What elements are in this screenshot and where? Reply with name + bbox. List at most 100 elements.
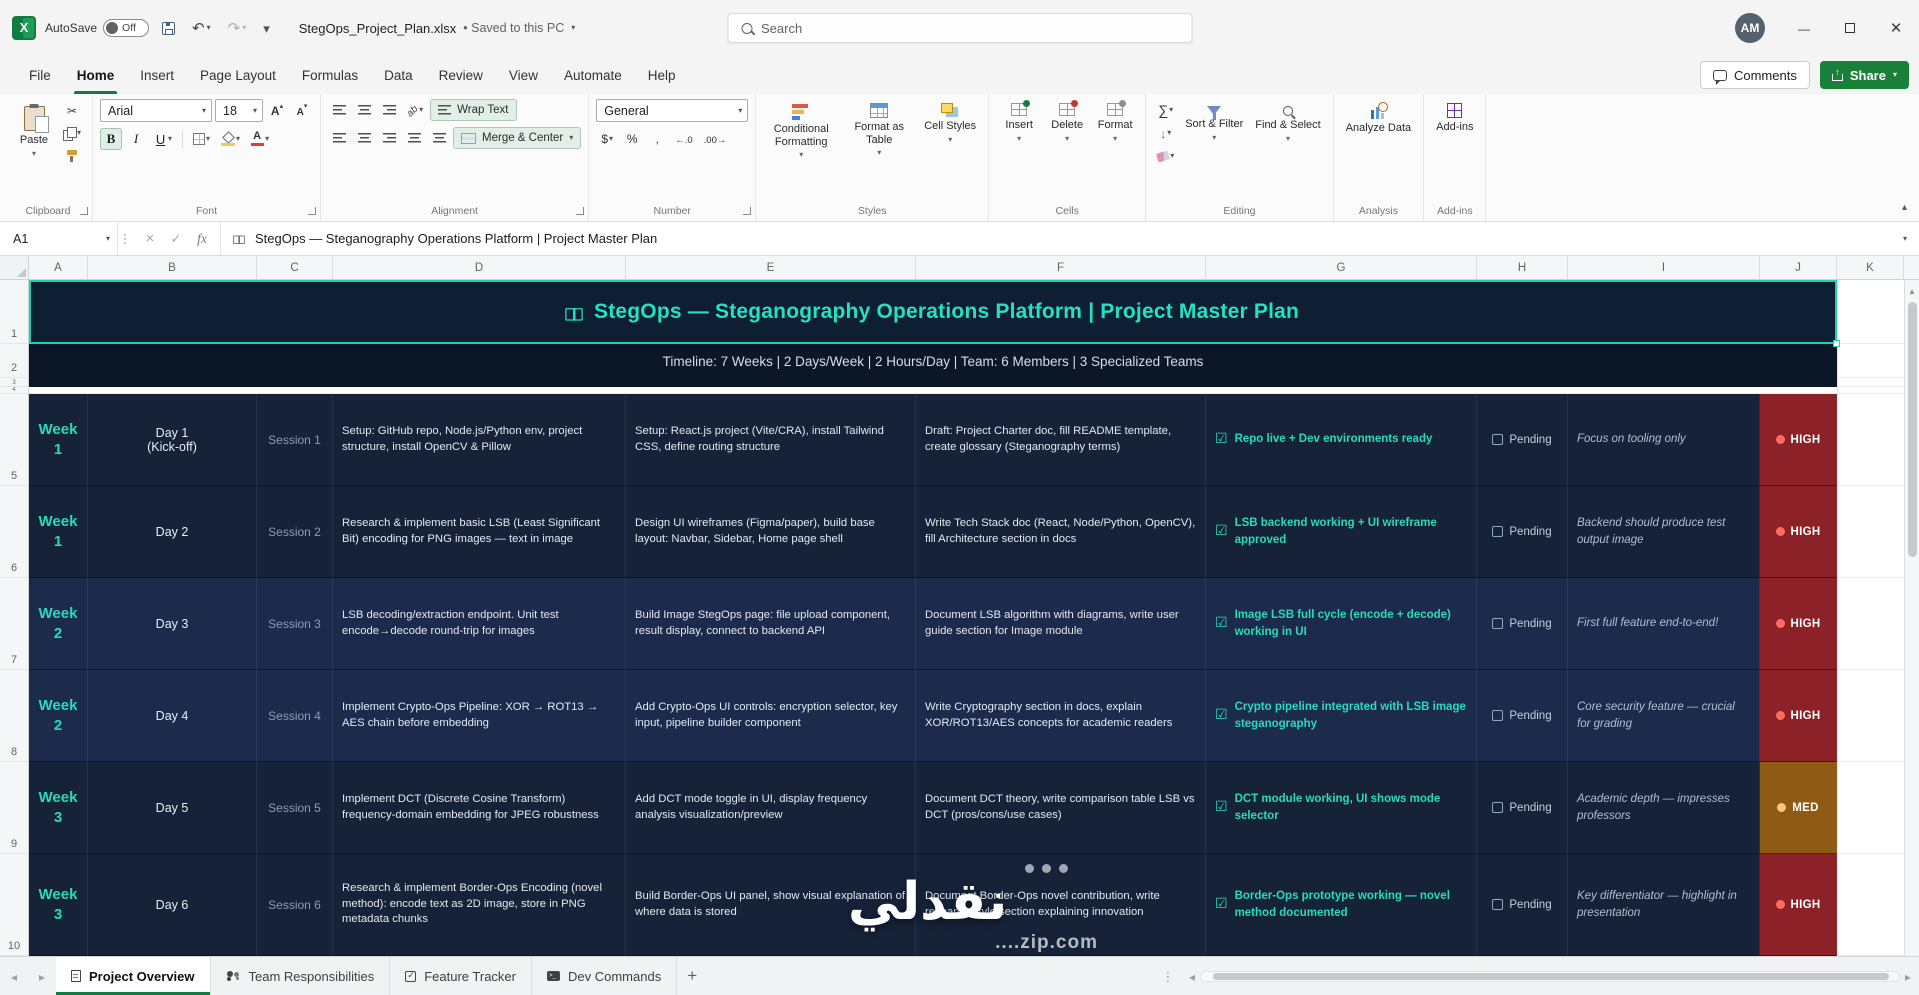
cell-deliverable[interactable]: Repo live + Dev environments ready xyxy=(1206,394,1477,486)
excel-logo-icon[interactable] xyxy=(12,16,36,40)
fill-button[interactable] xyxy=(1153,122,1178,144)
title-cell[interactable]: StegOps — Steganography Operations Platf… xyxy=(29,280,1840,347)
horizontal-scrollbar-thumb[interactable] xyxy=(1213,972,1889,980)
formula-input[interactable]: StegOps — Steganography Operations Platf… xyxy=(221,222,1891,255)
column-header[interactable]: I xyxy=(1568,256,1760,279)
underline-button[interactable]: U xyxy=(150,128,176,150)
cell-priority[interactable]: HIGH xyxy=(1760,854,1837,956)
clear-button[interactable] xyxy=(1153,145,1178,167)
ribbon-tab[interactable]: Formulas xyxy=(289,56,371,94)
delete-cells-button[interactable]: Delete xyxy=(1044,99,1090,145)
cell-day[interactable]: Day 2 xyxy=(88,486,257,578)
sheet-options-button[interactable] xyxy=(1155,957,1181,995)
align-right-button[interactable] xyxy=(378,127,400,149)
column-header[interactable]: B xyxy=(88,256,257,279)
minimize-button[interactable] xyxy=(1781,0,1827,56)
cell-week[interactable]: Week 3 xyxy=(29,762,88,854)
cell-note[interactable]: Academic depth — impresses professors xyxy=(1568,762,1760,854)
cell-task-frontend[interactable]: Build Border-Ops UI panel, show visual e… xyxy=(626,854,916,956)
horizontal-scrollbar-track[interactable] xyxy=(1200,970,1900,982)
font-color-button[interactable] xyxy=(247,128,273,150)
cell-note[interactable]: Key differentiator — highlight in presen… xyxy=(1568,854,1760,956)
cell-task-docs[interactable]: Write Cryptography section in docs, expl… xyxy=(916,670,1206,762)
decrease-font-size-button[interactable] xyxy=(291,100,313,122)
cell-status[interactable]: Pending xyxy=(1477,854,1568,956)
cell-week[interactable]: Week 2 xyxy=(29,578,88,670)
cell-task-frontend[interactable]: Add DCT mode toggle in UI, display frequ… xyxy=(626,762,916,854)
cell-task-backend[interactable]: Research & implement basic LSB (Least Si… xyxy=(333,486,626,578)
cell-task-backend[interactable]: Implement DCT (Discrete Cosine Transform… xyxy=(333,762,626,854)
add-sheet-button[interactable]: + xyxy=(677,957,707,995)
decrease-indent-button[interactable] xyxy=(403,127,425,149)
collapse-ribbon-button[interactable] xyxy=(1902,197,1907,215)
sheet-nav-right-button[interactable] xyxy=(28,957,56,995)
cell-deliverable[interactable]: DCT module working, UI shows mode select… xyxy=(1206,762,1477,854)
row-number[interactable]: 1 xyxy=(0,280,29,344)
fill-color-button[interactable] xyxy=(217,128,244,150)
align-left-button[interactable] xyxy=(328,127,350,149)
formula-bar-expand-button[interactable] xyxy=(1891,222,1919,255)
analyze-data-button[interactable]: Analyze Data xyxy=(1341,99,1416,137)
align-top-button[interactable] xyxy=(328,99,350,121)
cell-deliverable[interactable]: Image LSB full cycle (encode + decode) w… xyxy=(1206,578,1477,670)
restore-button[interactable] xyxy=(1827,0,1873,56)
row-number[interactable]: 8 xyxy=(0,670,29,762)
cell-deliverable[interactable]: Crypto pipeline integrated with LSB imag… xyxy=(1206,670,1477,762)
cell-priority[interactable]: HIGH xyxy=(1760,578,1837,670)
percent-button[interactable]: % xyxy=(621,128,643,150)
ribbon-tab[interactable]: Data xyxy=(371,56,426,94)
currency-button[interactable]: $ xyxy=(596,128,618,150)
row-number[interactable]: 9 xyxy=(0,762,29,854)
cell-task-backend[interactable]: LSB decoding/extraction endpoint. Unit t… xyxy=(333,578,626,670)
row-number[interactable]: 7 xyxy=(0,578,29,670)
close-button[interactable] xyxy=(1873,0,1919,56)
cell-week[interactable]: Week 3 xyxy=(29,854,88,956)
align-center-button[interactable] xyxy=(353,127,375,149)
cancel-button[interactable] xyxy=(138,227,162,251)
bold-button[interactable]: B xyxy=(100,128,123,150)
share-button[interactable]: Share xyxy=(1819,61,1909,89)
avatar[interactable]: AM xyxy=(1735,13,1765,43)
row-number[interactable]: 10 xyxy=(0,854,29,956)
column-header[interactable]: F xyxy=(916,256,1206,279)
cell-note[interactable]: Backend should produce test output image xyxy=(1568,486,1760,578)
cell-day[interactable]: Day 4 xyxy=(88,670,257,762)
row-number[interactable]: 5 xyxy=(0,394,29,486)
cell-task-docs[interactable]: Write Tech Stack doc (React, Node/Python… xyxy=(916,486,1206,578)
cell-status[interactable]: Pending xyxy=(1477,486,1568,578)
format-painter-button[interactable] xyxy=(59,145,85,167)
cut-button[interactable] xyxy=(59,99,85,121)
ribbon-tab[interactable]: View xyxy=(496,56,551,94)
cell-task-docs[interactable]: Document LSB algorithm with diagrams, wr… xyxy=(916,578,1206,670)
cell-week[interactable]: Week 1 xyxy=(29,486,88,578)
save-button[interactable] xyxy=(158,19,179,38)
insert-function-button[interactable]: fx xyxy=(190,227,214,251)
column-header[interactable]: K xyxy=(1837,256,1904,279)
column-header[interactable]: C xyxy=(257,256,333,279)
undo-button[interactable] xyxy=(188,18,215,39)
cell-day[interactable]: Day 5 xyxy=(88,762,257,854)
name-box-handle[interactable] xyxy=(118,222,132,255)
cell-week[interactable]: Week 1 xyxy=(29,394,88,486)
column-header[interactable]: D xyxy=(333,256,626,279)
cell-priority[interactable]: HIGH xyxy=(1760,670,1837,762)
addins-button[interactable]: Add-ins xyxy=(1431,99,1478,136)
conditional-formatting-button[interactable]: Conditional Formatting xyxy=(763,99,839,161)
autosave-switch[interactable]: Off xyxy=(103,19,150,37)
autosum-button[interactable] xyxy=(1153,99,1178,121)
insert-cells-button[interactable]: Insert xyxy=(996,99,1042,145)
copy-button[interactable] xyxy=(59,122,85,144)
cell-day[interactable]: Day 3 xyxy=(88,578,257,670)
cell-status[interactable]: Pending xyxy=(1477,762,1568,854)
scroll-left-icon[interactable] xyxy=(1189,970,1195,983)
borders-button[interactable] xyxy=(189,128,214,150)
cell-task-frontend[interactable]: Setup: React.js project (Vite/CRA), inst… xyxy=(626,394,916,486)
row-number[interactable]: 2 xyxy=(0,344,29,378)
sheet-nav-left-button[interactable] xyxy=(0,957,28,995)
document-title[interactable]: StegOps_Project_Plan.xlsx • Saved to thi… xyxy=(299,21,576,36)
number-format-select[interactable]: General xyxy=(596,99,749,122)
column-header[interactable]: E xyxy=(626,256,916,279)
spacer-cell[interactable] xyxy=(29,378,1837,387)
row-number[interactable]: 3 xyxy=(0,378,29,387)
format-as-table-button[interactable]: Format as Table xyxy=(841,99,917,159)
